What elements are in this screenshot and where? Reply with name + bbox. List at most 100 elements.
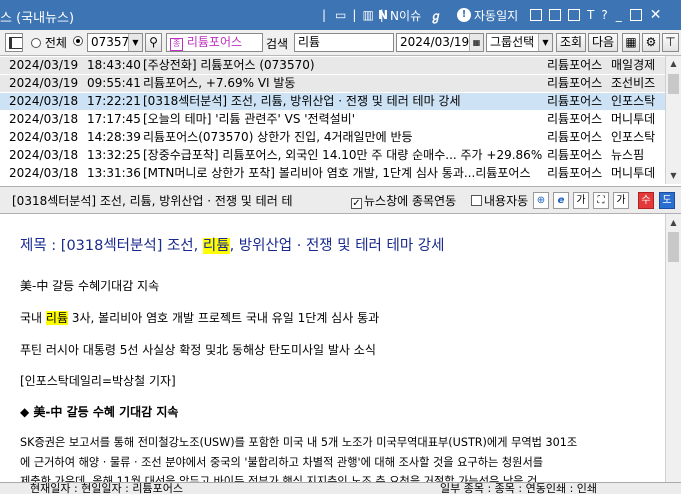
article-line-2-suffix: 3사, 볼리비아 염호 개발 프로젝트 국내 유일 1단계 심사 통과 — [68, 311, 380, 325]
search-label: 검색 — [266, 37, 289, 51]
news-title: 리튬포어스, +7.69% VI 발동 — [143, 76, 296, 90]
scroll-down-icon[interactable]: ▼ — [667, 169, 680, 183]
chevron-down-icon[interactable]: ▼ — [128, 34, 142, 51]
group-select-value: 그룹선택 — [490, 35, 535, 49]
news-row[interactable]: 2024/03/18 17:22:21 [0318섹터분석] 조선, 리튬, 방위산… — [0, 93, 666, 110]
panel-toggle-button[interactable] — [5, 33, 23, 52]
restore-icon[interactable] — [549, 9, 561, 21]
news-row[interactable]: 2024/03/19 09:55:41 리튬포어스, +7.69% VI 발동 리튬포… — [0, 75, 666, 92]
check-icon: ✓ — [351, 198, 362, 209]
news-time: 17:22:21 — [87, 94, 140, 108]
issue-button-label: N이슈 — [390, 8, 422, 23]
radio-all[interactable]: 전체 — [31, 34, 67, 51]
help-icon[interactable]: ? — [601, 8, 607, 22]
date-picker[interactable]: 2024/03/19 ▦ — [396, 33, 484, 52]
gear-icon[interactable]: ⚙ — [642, 33, 660, 52]
scroll-up-icon[interactable]: ▲ — [667, 57, 680, 71]
scroll-thumb[interactable] — [668, 74, 679, 94]
search-input-value: 리튬 — [298, 35, 321, 49]
news-time: 09:55:41 — [87, 76, 140, 90]
news-company: 리튬포어스 — [547, 148, 603, 162]
maximize-icon[interactable] — [568, 9, 580, 21]
grid-icon[interactable]: ▦ — [622, 33, 640, 52]
scroll-up-icon[interactable]: ▲ — [667, 216, 680, 230]
news-source: 조선비즈 — [611, 76, 656, 90]
news-list: 2024/03/19 18:43:40 [주상전화] 리튬포어스 (073570) 리… — [0, 56, 681, 184]
tip-icon: ℊ — [430, 8, 443, 23]
news-source: 머니투데 — [611, 112, 656, 126]
news-title: 리튬포어스(073570) 상한가 진입, 4거래일만에 반등 — [143, 130, 413, 144]
panel-icon — [9, 37, 22, 49]
news-source: 인포스탁 — [611, 94, 656, 108]
fit-icon[interactable]: ⛶ — [593, 192, 609, 209]
font-size-icon[interactable]: T — [587, 8, 594, 22]
pin-icon[interactable]: ⊤ — [662, 33, 679, 52]
auto-content-label: 내용자동 — [484, 194, 529, 208]
stock-name-field[interactable]: 종 리튬포어스 — [166, 33, 263, 52]
tip-button[interactable]: ℊ — [430, 6, 442, 24]
window-maximize-icon[interactable] — [629, 9, 642, 21]
search-icon[interactable]: ⚲ — [145, 33, 162, 52]
news-row[interactable]: 2024/03/19 18:43:40 [주상전화] 리튬포어스 (073570) 리… — [0, 57, 666, 74]
article-body-line-1: SK증권은 보고서를 통해 전미철강노조(USW)를 포함한 미국 내 5개 노… — [20, 436, 578, 449]
news-title: [장중수급포착] 리튬포어스, 외국인 14.10만 주 대량 순매수... 주… — [143, 148, 543, 162]
news-title: [0318섹터분석] 조선, 리튬, 방위산업 · 전쟁 및 테러 테마 강세 — [143, 94, 461, 108]
search-toolbar: 전체 073570 ▼ ⚲ 종 리튬포어스 검색 리튬 2024/03/19 ▦… — [0, 30, 681, 56]
group-select[interactable]: 그룹선택 ▼ — [486, 33, 553, 52]
query-button[interactable]: 조회 — [556, 33, 586, 52]
news-row[interactable]: 2024/03/18 14:28:39 리튬포어스(073570) 상한가 진입, … — [0, 129, 666, 146]
news-row[interactable]: 2024/03/18 13:32:25 [장중수급포착] 리튬포어스, 외국인 14… — [0, 147, 666, 164]
water-button[interactable]: 수 — [638, 192, 654, 209]
radio-stock[interactable] — [73, 34, 83, 48]
auto-log-button[interactable]: ! 자동일지 — [457, 6, 518, 24]
news-company: 리튬포어스 — [547, 94, 603, 108]
do-button[interactable]: 도 — [659, 192, 675, 209]
sidebar-icon[interactable]: ▥ — [362, 8, 373, 22]
news-date: 2024/03/18 — [9, 94, 79, 108]
news-source: 뉴스핌 — [611, 148, 645, 162]
auto-log-label: 자동일지 — [474, 8, 519, 23]
article-scrollbar[interactable]: ▲ — [665, 214, 681, 482]
news-company: 리튬포어스 — [547, 112, 603, 126]
news-row[interactable]: 2024/03/18 13:31:36 [MTN머니로 상한가 포착] 볼리비아 염… — [0, 165, 666, 182]
news-time: 17:17:45 — [87, 112, 140, 126]
news-source: 매일경제 — [611, 58, 656, 72]
article-title: 제목 : [0318섹터분석] 조선, 리튬, 방위산업 · 전쟁 및 테러 테… — [20, 234, 444, 255]
news-title: [오늘의 테마] '리튬 관련주' VS '전력설비' — [143, 112, 356, 126]
date-value: 2024/03/19 — [400, 35, 470, 49]
font-large-icon[interactable]: 가 — [613, 192, 629, 209]
article-line-3: 푸틴 러시아 대통령 5선 사실상 확정 및北 동해상 탄도미사일 발사 소식 — [20, 343, 376, 357]
news-time: 18:43:40 — [87, 58, 140, 72]
article-title-suffix: , 방위산업 · 전쟁 및 테러 테마 강세 — [229, 238, 445, 254]
zoom-icon[interactable]: ⊕ — [533, 192, 549, 209]
article-body-line-2: 에 근거하여 해양 · 물류 · 조선 분야에서 중국의 '불합리하고 차별적 … — [20, 456, 544, 469]
browser-icon[interactable]: e — [553, 192, 569, 209]
status-right: 일부 종목 : 종목 : 연동인쇄 : 인쇄 — [440, 482, 598, 494]
issue-button[interactable]: N N이슈 — [378, 6, 421, 24]
article-byline: [인포스탁데일리=박상철 기자] — [20, 374, 176, 388]
search-input[interactable]: 리튬 — [294, 33, 394, 52]
scroll-thumb[interactable] — [668, 232, 679, 262]
split-icon[interactable] — [530, 9, 542, 21]
news-source: 인포스탁 — [611, 130, 656, 144]
next-button[interactable]: 다음 — [588, 33, 618, 52]
news-title: [MTN머니로 상한가 포착] 볼리비아 염호 개발, 1단계 심사 통과...… — [143, 166, 531, 180]
news-time: 13:31:36 — [87, 166, 140, 180]
chevron-down-icon[interactable]: ▼ — [538, 34, 552, 51]
list-scrollbar[interactable]: ▲ ▼ — [665, 56, 681, 184]
minimize-icon[interactable]: _ — [616, 8, 622, 22]
close-icon[interactable]: ✕ — [650, 7, 662, 23]
stock-mark-icon: 종 — [170, 38, 183, 51]
article-line-2-highlight: 리튬 — [45, 311, 68, 325]
auto-content-checkbox[interactable]: 내용자동 — [471, 192, 533, 209]
link-stock-checkbox[interactable]: ✓ 뉴스창에 종목연동 — [351, 192, 456, 209]
font-small-icon[interactable]: 가 — [573, 192, 589, 209]
news-row[interactable]: 2024/03/18 17:17:45 [오늘의 테마] '리튬 관련주' VS '… — [0, 111, 666, 128]
status-bar: 현재일자 : 현일일자 : 리튬포어스 일부 종목 : 종목 : 연동인쇄 : … — [0, 482, 681, 494]
news-time: 14:28:39 — [87, 130, 140, 144]
stock-code-input[interactable]: 073570 ▼ — [87, 33, 143, 52]
tile-icon[interactable]: ▭ — [335, 8, 346, 22]
radio-all-label: 전체 — [44, 36, 67, 50]
calendar-icon[interactable]: ▦ — [469, 34, 483, 51]
title-bar-tools: | ▭ | ▥ | — [322, 6, 384, 24]
